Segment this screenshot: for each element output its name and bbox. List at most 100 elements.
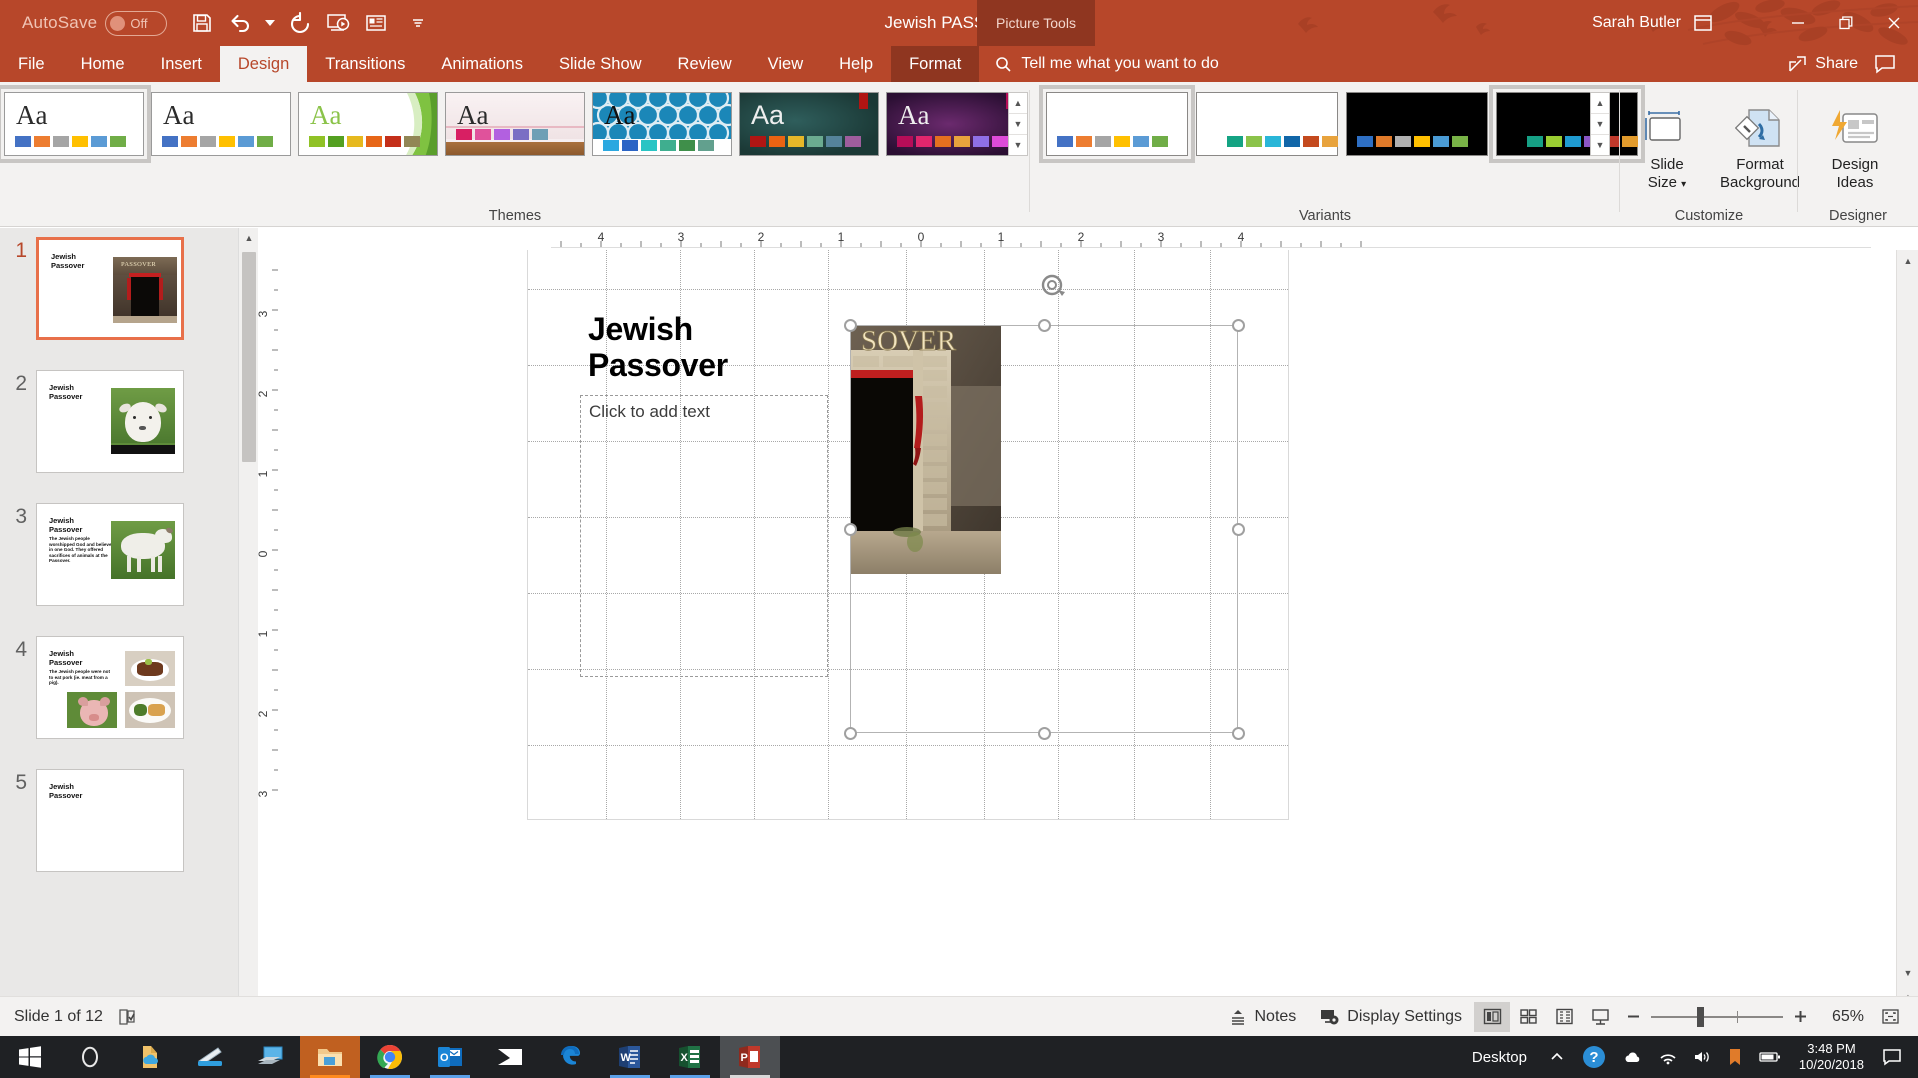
slide-thumbnail-3[interactable]: 3 Jewish Passover The Jewish people worsh… [0, 473, 238, 606]
ribbon-display-options-icon[interactable] [1693, 14, 1713, 32]
zoom-in-icon[interactable] [1793, 1009, 1808, 1024]
powerpoint[interactable]: P [720, 1036, 780, 1078]
tab-design[interactable]: Design [219, 46, 308, 82]
slide-thumb-content[interactable]: Jewish Passover The Jewish people worship… [36, 503, 184, 606]
fit-slide-to-window-icon[interactable] [1872, 1002, 1908, 1032]
remote-desktop-app[interactable] [240, 1036, 300, 1078]
more-variants-icon[interactable]: ▼ [1591, 135, 1609, 155]
show-hidden-icons[interactable] [1541, 1036, 1573, 1078]
tab-insert[interactable]: Insert [143, 46, 220, 82]
tab-home[interactable]: Home [63, 46, 143, 82]
new-slide-icon[interactable] [357, 4, 395, 42]
variants-gallery-scrollbar[interactable]: ▲ ▼ ▼ [1590, 92, 1610, 156]
notification-icon[interactable] [1874, 1036, 1910, 1078]
comment-icon[interactable] [1874, 54, 1896, 74]
scrollbar-thumb[interactable] [242, 252, 256, 462]
tab-view[interactable]: View [750, 46, 821, 82]
format-background-button[interactable]: Format Background [1710, 90, 1810, 202]
tell-me-search[interactable]: Tell me what you want to do [995, 46, 1219, 82]
theme-facet-green[interactable]: Aa [298, 92, 438, 156]
slide-thumb-content[interactable]: Jewish Passover PASSOVER [36, 237, 184, 340]
scroll-up-icon[interactable]: ▲ [1591, 93, 1609, 114]
accessibility-checker-icon[interactable] [117, 1007, 137, 1027]
canvas-vertical-scrollbar[interactable]: ▲ ▼ ▲ ▼ [1896, 250, 1918, 1036]
theme-circuit-blue[interactable]: Aa [592, 92, 732, 156]
microsoft-edge[interactable] [540, 1036, 600, 1078]
taskbar-clock[interactable]: 3:48 PM 10/20/2018 [1789, 1041, 1874, 1073]
customize-qat-icon[interactable] [407, 4, 429, 42]
resize-handle-top-center[interactable] [1038, 319, 1051, 332]
tab-format[interactable]: Format [891, 46, 980, 82]
zoom-knob[interactable] [1697, 1006, 1704, 1027]
slide-thumbnail-1[interactable]: 1 Jewish Passover PASSOVER [0, 228, 238, 340]
tab-file[interactable]: File [0, 46, 63, 82]
scroll-up-icon[interactable]: ▲ [1009, 93, 1027, 114]
theme-quotable-purple[interactable]: Aa [886, 92, 1026, 156]
user-account-area[interactable]: Sarah Butler [1592, 0, 1713, 46]
resize-handle-bottom-right[interactable] [1232, 727, 1245, 740]
tab-help[interactable]: Help [821, 46, 891, 82]
rotate-handle-icon[interactable] [1039, 272, 1065, 298]
reading-view-button[interactable] [1546, 1002, 1582, 1032]
body-placeholder[interactable]: Click to add text [580, 395, 828, 677]
slide-show-button[interactable] [1582, 1002, 1618, 1032]
slide-thumb-content[interactable]: Jewish Passover The Jewish people were no… [36, 636, 184, 739]
variant-white-1[interactable] [1039, 85, 1195, 163]
picture-selection-frame[interactable]: SOVER [844, 274, 1245, 740]
google-chrome[interactable] [360, 1036, 420, 1078]
resize-handle-top-right[interactable] [1232, 319, 1245, 332]
slide-canvas[interactable]: Jewish Passover Click to add text SOVER [527, 250, 1289, 820]
save-icon[interactable] [183, 4, 221, 42]
scroll-up-icon[interactable]: ▲ [1897, 250, 1918, 272]
cortana-search[interactable] [60, 1036, 120, 1078]
excel[interactable]: X [660, 1036, 720, 1078]
onedrive-taskbar[interactable] [120, 1036, 180, 1078]
variant-white-2[interactable] [1196, 92, 1338, 156]
tab-animations[interactable]: Animations [423, 46, 541, 82]
restore-button[interactable] [1822, 0, 1870, 46]
slide-title-text[interactable]: Jewish Passover [588, 311, 728, 383]
onedrive-tray-icon[interactable] [1615, 1036, 1651, 1078]
undo-dropdown-icon[interactable] [259, 4, 281, 42]
start-from-beginning-icon[interactable] [319, 4, 357, 42]
slide-sorter-view-button[interactable] [1510, 1002, 1546, 1032]
variant-black-1[interactable] [1346, 92, 1488, 156]
scanner-app[interactable] [180, 1036, 240, 1078]
theme-office[interactable]: Aa [0, 85, 151, 163]
slide-thumb-content[interactable]: Jewish Passover [36, 370, 184, 473]
slide-thumbnail-5[interactable]: 5 Jewish Passover [0, 739, 238, 872]
theme-gallery-wood[interactable]: Aa [445, 92, 585, 156]
slide-thumbnail-4[interactable]: 4 Jewish Passover The Jewish people were … [0, 606, 238, 739]
tab-transitions[interactable]: Transitions [307, 46, 423, 82]
slide-indicator[interactable]: Slide 1 of 12 [14, 1008, 103, 1026]
tab-review[interactable]: Review [660, 46, 750, 82]
variants-gallery[interactable] [1039, 85, 1645, 163]
resize-handle-bottom-left[interactable] [844, 727, 857, 740]
scroll-down-icon[interactable]: ▼ [1897, 962, 1918, 984]
themes-gallery[interactable]: Aa Aa Aa Aa Aa Aa Aa [0, 85, 1026, 163]
zoom-out-icon[interactable] [1626, 1009, 1641, 1024]
passover-door-picture[interactable]: SOVER [851, 326, 1001, 574]
scroll-down-icon[interactable]: ▼ [1009, 114, 1027, 135]
mail-app[interactable] [480, 1036, 540, 1078]
start-button[interactable] [0, 1036, 60, 1078]
notes-button[interactable]: Notes [1217, 1001, 1308, 1033]
scroll-up-icon[interactable]: ▲ [239, 228, 258, 248]
minimize-button[interactable] [1774, 0, 1822, 46]
theme-ion-boardroom[interactable]: Aa [739, 92, 879, 156]
themes-gallery-scrollbar[interactable]: ▲ ▼ ▼ [1008, 92, 1028, 156]
battery-icon[interactable] [1751, 1036, 1789, 1078]
volume-icon[interactable] [1685, 1036, 1719, 1078]
more-themes-icon[interactable]: ▼ [1009, 135, 1027, 155]
undo-icon[interactable] [221, 4, 259, 42]
display-settings-button[interactable]: Display Settings [1308, 1001, 1474, 1033]
slide-panel-scrollbar[interactable]: ▲ ▼ [238, 228, 258, 1036]
resize-handle-middle-right[interactable] [1232, 523, 1245, 536]
redo-icon[interactable] [281, 4, 319, 42]
resize-handle-top-left[interactable] [844, 319, 857, 332]
zoom-level[interactable]: 65% [1816, 1008, 1864, 1026]
close-button[interactable] [1870, 0, 1918, 46]
zoom-slider[interactable] [1618, 1006, 1816, 1027]
desktop-peek-label[interactable]: Desktop [1458, 1049, 1541, 1066]
app-tray-icon[interactable] [1719, 1036, 1751, 1078]
